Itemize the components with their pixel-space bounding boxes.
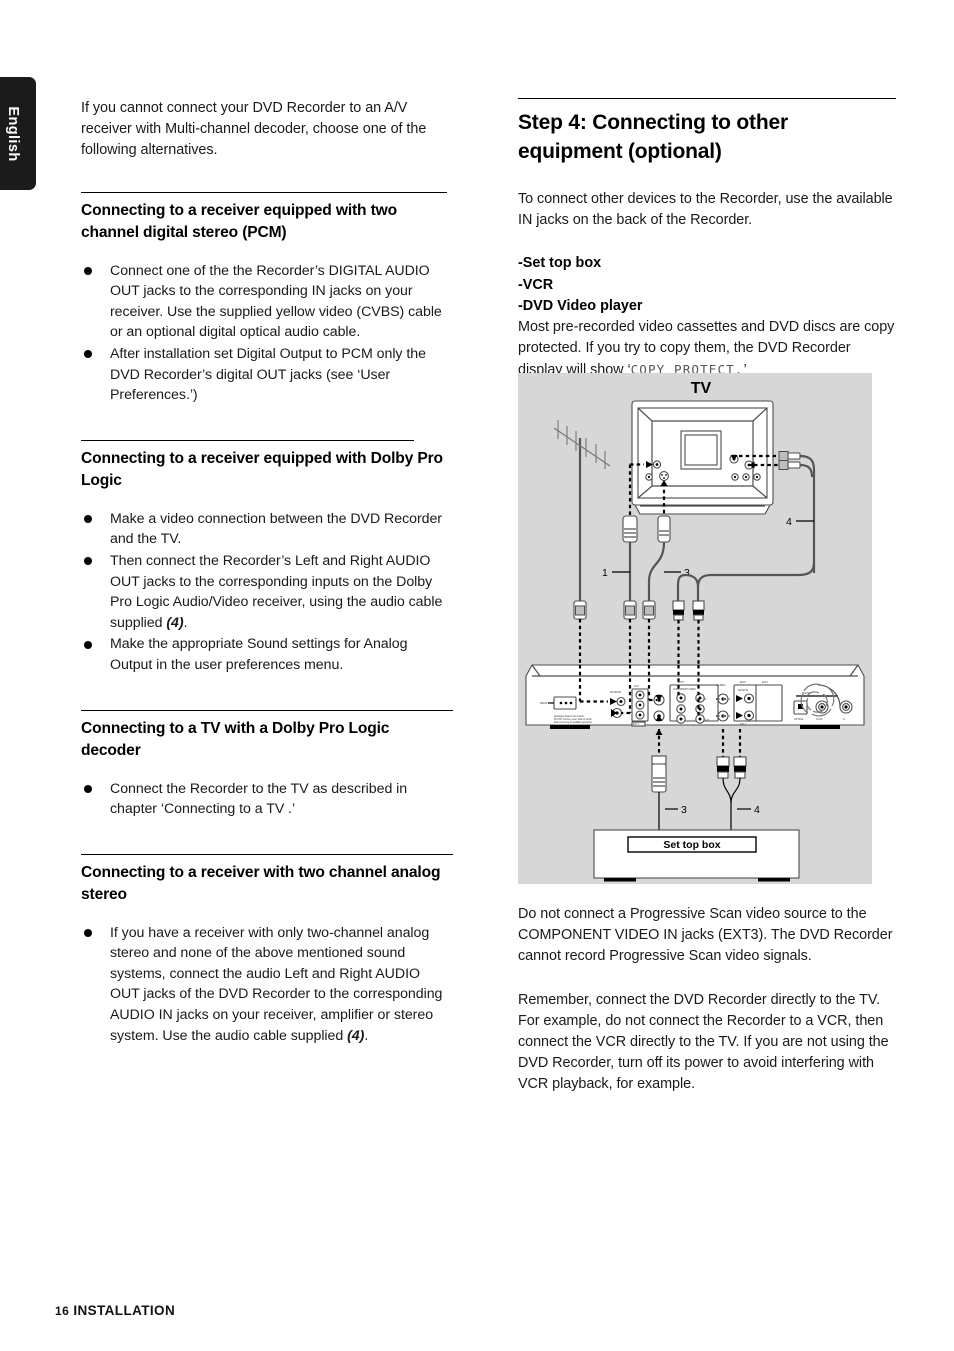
list-item-text: If you have a receiver with only two-cha… bbox=[110, 924, 443, 1044]
bullet-list: Connect one of the the Recorder’s DIGITA… bbox=[81, 261, 453, 406]
callout-number: 4 bbox=[754, 804, 760, 816]
set-top-box-illustration: Set top box bbox=[593, 829, 800, 882]
right-column-notes: Do not connect a Progressive Scan video … bbox=[518, 904, 896, 1096]
list-item-text: Then connect the Recorder’s Left and Rig… bbox=[110, 552, 443, 631]
svg-text:G: G bbox=[843, 719, 845, 721]
section-divider bbox=[81, 709, 453, 711]
device-list-item: -VCR bbox=[518, 276, 554, 293]
list-item-text: Make the appropriate Sound settings for … bbox=[110, 636, 408, 673]
bullet-dot-icon bbox=[84, 557, 92, 566]
language-tab-label: English bbox=[5, 105, 21, 162]
cable-3-lower: 3 bbox=[651, 729, 687, 830]
page-number: 16 bbox=[55, 1304, 70, 1318]
list-item: Connect one of the the Recorder’s DIGITA… bbox=[81, 261, 453, 343]
list-item-text: Connect the Recorder to the TV as descri… bbox=[110, 780, 408, 818]
list-item-text: Connect one of the the Recorder’s DIGITA… bbox=[110, 262, 442, 341]
section-divider bbox=[81, 853, 453, 855]
tv-label: TV bbox=[691, 380, 712, 397]
svg-text:S-VIDEO: S-VIDEO bbox=[716, 685, 726, 687]
section-dolby-pro-logic: Connecting to a receiver equipped with D… bbox=[81, 439, 453, 676]
svg-text:Apparatus Class II all models.: Apparatus Class II all models. bbox=[554, 715, 585, 718]
left-column: If you cannot connect your DVD Recorder … bbox=[81, 98, 453, 1047]
svg-text:EXT2: EXT2 bbox=[762, 682, 768, 684]
bullet-list: Connect the Recorder to the TV as descri… bbox=[81, 779, 453, 820]
callout-number: 3 bbox=[684, 567, 690, 579]
intro-paragraph: If you cannot connect your DVD Recorder … bbox=[81, 100, 427, 159]
set-top-box-label: Set top box bbox=[663, 839, 720, 851]
bullet-dot-icon bbox=[84, 515, 92, 524]
callout-number: 1 bbox=[602, 567, 608, 579]
bullet-dot-icon bbox=[84, 929, 92, 938]
list-item: Connect the Recorder to the TV as descri… bbox=[81, 779, 453, 820]
step-divider bbox=[518, 98, 896, 99]
device-list-item: -DVD Video player bbox=[518, 297, 643, 314]
callout-number: 3 bbox=[681, 804, 687, 816]
section-heading: Connecting to a receiver with two channe… bbox=[81, 863, 441, 904]
section-analog-stereo: Connecting to a receiver with two channe… bbox=[81, 853, 453, 1047]
page-footer: 16 INSTALLATION bbox=[55, 1303, 175, 1318]
section-divider bbox=[81, 439, 414, 441]
section-divider bbox=[81, 191, 447, 193]
svg-text:EXT 1: EXT 1 bbox=[633, 724, 640, 726]
svg-text:OPTICAL: OPTICAL bbox=[794, 718, 805, 721]
callout-number: 4 bbox=[786, 516, 792, 528]
bullet-dot-icon bbox=[84, 267, 92, 276]
manual-page: English If you cannot connect your DVD R… bbox=[0, 0, 954, 1351]
step-intro-paragraph: To connect other devices to the Recorder… bbox=[518, 191, 893, 229]
list-item: After installation set Digital Output to… bbox=[81, 344, 453, 406]
list-item: If you have a receiver with only two-cha… bbox=[81, 923, 453, 1047]
svg-text:OUT: OUT bbox=[634, 686, 639, 688]
section-heading: Connecting to a receiver equipped with t… bbox=[81, 201, 398, 242]
bullet-dot-icon bbox=[84, 350, 92, 359]
list-item: Then connect the Recorder’s Left and Rig… bbox=[81, 551, 453, 633]
dvd-recorder-illustration: MAINS Apparatus Class II all models. Do … bbox=[525, 664, 865, 729]
svg-text:EXT2: EXT2 bbox=[740, 682, 746, 684]
language-tab: English bbox=[0, 77, 36, 190]
connection-diagram: .ln { fill:none; stroke:#4d4d4d; stroke-… bbox=[518, 373, 872, 884]
svg-text:COAX: COAX bbox=[816, 718, 823, 721]
section-heading: Connecting to a receiver equipped with D… bbox=[81, 449, 443, 490]
section-tv-dolby-decoder: Connecting to a TV with a Dolby Pro Logi… bbox=[81, 709, 453, 820]
svg-text:IN: IN bbox=[704, 699, 707, 701]
svg-text:ANTENNA: ANTENNA bbox=[610, 691, 621, 694]
bullet-list: If you have a receiver with only two-cha… bbox=[81, 923, 453, 1047]
list-item: Make a video connection between the DVD … bbox=[81, 509, 453, 550]
device-list: -Set top box -VCR -DVD Video player Most… bbox=[518, 253, 896, 381]
svg-text:Refer servicing to qualified p: Refer servicing to qualified personnel. bbox=[554, 721, 593, 724]
tv-illustration bbox=[631, 400, 774, 515]
svg-text:MAINS: MAINS bbox=[540, 702, 548, 705]
note-direct-connection: Remember, connect the DVD Recorder direc… bbox=[518, 991, 889, 1093]
list-item-text: Make a video connection between the DVD … bbox=[110, 510, 442, 548]
antenna-illustration bbox=[553, 420, 611, 665]
svg-text:EXT 2: EXT 2 bbox=[740, 724, 747, 726]
svg-text:Do NOT remove cover. Risk of s: Do NOT remove cover. Risk of shock. bbox=[554, 718, 593, 721]
svg-text:AUDIO IN: AUDIO IN bbox=[738, 689, 749, 692]
right-column: Step 4: Connecting to other equipment (o… bbox=[518, 98, 896, 382]
section-pcm: Connecting to a receiver equipped with t… bbox=[81, 191, 453, 406]
footer-section-name: INSTALLATION bbox=[73, 1303, 176, 1318]
bullet-dot-icon bbox=[84, 785, 92, 794]
device-list-item: -Set top box bbox=[518, 255, 602, 272]
list-item-text: After installation set Digital Output to… bbox=[110, 345, 426, 404]
note-progressive-scan: Do not connect a Progressive Scan video … bbox=[518, 906, 893, 965]
svg-text:OUT: OUT bbox=[704, 720, 709, 722]
bullet-list: Make a video connection between the DVD … bbox=[81, 509, 453, 676]
section-heading: Connecting to a TV with a Dolby Pro Logi… bbox=[81, 719, 390, 760]
page-title: Step 4: Connecting to other equipment (o… bbox=[518, 111, 788, 163]
svg-text:EXT3: EXT3 bbox=[678, 682, 684, 684]
bullet-dot-icon bbox=[84, 640, 92, 649]
list-item: Make the appropriate Sound settings for … bbox=[81, 634, 453, 675]
copy-protect-paragraph: Most pre-recorded video cassettes and DV… bbox=[518, 317, 896, 382]
svg-text:COMPONENT VIDEO: COMPONENT VIDEO bbox=[673, 689, 696, 691]
